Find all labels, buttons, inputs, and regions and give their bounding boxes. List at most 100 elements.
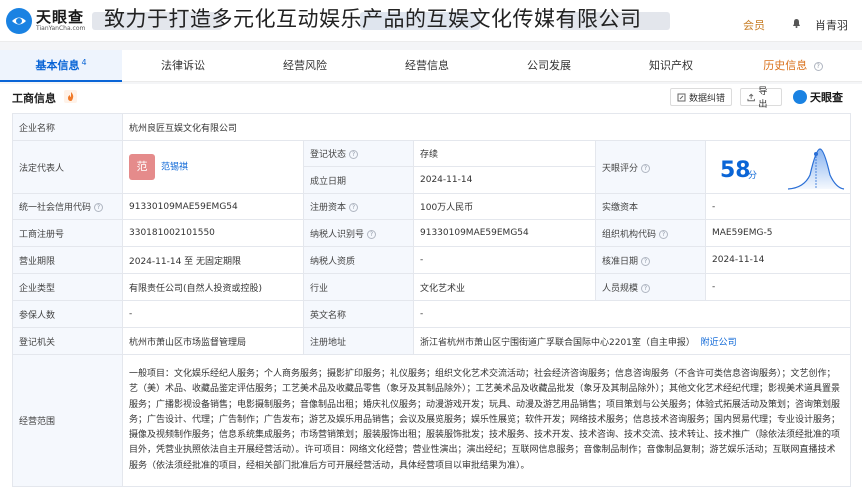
export-button[interactable]: 导出 (740, 87, 782, 110)
label-text: 天眼评分 (602, 163, 639, 174)
company-name: 杭州良匠互娱文化有限公司 (122, 113, 851, 141)
info-icon[interactable]: ? (641, 163, 651, 173)
field-label: 人员规模? (595, 273, 706, 301)
info-icon[interactable]: ? (349, 203, 359, 212)
field-label: 营业期限 (12, 246, 123, 274)
field-label: 实缴资本 (595, 193, 706, 220)
field-label: 登记状态? (303, 140, 414, 167)
info-icon[interactable]: ? (94, 203, 104, 212)
brand-name: 天眼查 (810, 91, 843, 104)
field-label: 企业类型 (12, 273, 123, 301)
avatar: 范 (129, 154, 155, 180)
tab-label: 基本信息 (35, 59, 80, 72)
info-icon[interactable]: ? (659, 229, 669, 239)
overlay-caption: 致力于打造多元化互动娱乐产品的互娱文化传媒有限公司 (104, 7, 642, 31)
legal-rep-cell: 范范锡祺 (122, 140, 304, 194)
bell-icon[interactable] (792, 18, 801, 28)
flame-icon (64, 90, 77, 103)
score-cell[interactable]: 58 分 (705, 140, 851, 194)
button-label: 数据纠错 (689, 93, 726, 104)
label-text: 组织机构代码 (602, 229, 657, 240)
tab-legal[interactable]: 法律诉讼 (122, 50, 244, 81)
tab-basic-info[interactable]: 基本信息 4 (0, 50, 122, 82)
credit-code: 91330109MAE59EMG54 (122, 193, 304, 220)
field-label: 组织机构代码? (595, 219, 706, 247)
data-correction-button[interactable]: 数据纠错 (670, 88, 732, 106)
field-label: 统一社会信用代码? (12, 193, 123, 220)
business-term: 2024-11-14 至 无固定期限 (122, 246, 304, 274)
staff-size: - (705, 273, 851, 301)
edit-icon (677, 93, 686, 101)
field-label: 纳税人识别号? (303, 219, 414, 247)
info-icon[interactable]: ? (367, 229, 377, 239)
business-info-table: 企业名称 杭州良匠互娱文化有限公司 法定代表人 范范锡祺 登记状态? 存续 天眼… (12, 113, 851, 487)
insured-count: - (122, 300, 304, 328)
field-label: 天眼评分? (595, 140, 706, 194)
field-label: 企业名称 (12, 113, 123, 141)
field-label: 注册资本? (303, 193, 414, 220)
company-type: 有限责任公司(自然人投资或控股) (122, 273, 304, 301)
score-value: 58 (720, 158, 751, 183)
label-text: 纳税人识别号 (310, 229, 365, 240)
top-header: 天眼查 TianYanCha.com 致力于打造多元化互动娱乐产品的互娱文化传媒… (0, 0, 862, 42)
label-text: 登记状态 (310, 150, 347, 160)
registered-address: 浙江省杭州市萧山区宁围街道广孚联合国际中心2201室（自主申报） (420, 337, 695, 348)
approval-date: 2024-11-14 (705, 246, 851, 274)
field-label: 法定代表人 (12, 140, 123, 194)
brand-watermark: 天眼查 (793, 88, 843, 106)
field-label: 注册地址 (303, 327, 414, 355)
tab-count: 4 (81, 58, 87, 67)
eye-logo-icon (6, 8, 32, 34)
user-name[interactable]: 肖青羽 (815, 17, 848, 33)
tab-label: 经营风险 (283, 59, 327, 72)
legal-rep-link[interactable]: 范锡祺 (161, 163, 188, 173)
tab-risk[interactable]: 经营风险 (244, 50, 366, 81)
business-scope: 一般项目：文化娱乐经纪人服务；个人商务服务；摄影扩印服务；礼仪服务；组织文化艺术… (122, 354, 851, 487)
info-icon[interactable]: ? (349, 150, 359, 159)
nearby-companies-link[interactable]: 附近公司 (701, 338, 737, 348)
org-code: MAE59EMG-5 (705, 219, 851, 247)
logo-name: 天眼查 (36, 8, 85, 26)
field-label: 成立日期 (303, 166, 414, 194)
logo-domain: TianYanCha.com (36, 25, 86, 32)
paid-capital: - (705, 193, 851, 220)
info-icon: ? (813, 61, 823, 71)
tab-label: 历史信息 (763, 59, 808, 72)
tab-development[interactable]: 公司发展 (488, 50, 610, 81)
field-label: 行业 (303, 273, 414, 301)
taxpayer-qualification: - (413, 246, 596, 274)
field-label: 纳税人资质 (303, 246, 414, 274)
tab-history[interactable]: 历史信息 ? (732, 50, 854, 81)
tab-operation[interactable]: 经营信息 (366, 50, 488, 81)
tab-label: 知识产权 (649, 59, 693, 72)
field-label: 登记机关 (12, 327, 123, 355)
button-label: 导出 (758, 87, 768, 110)
reg-status: 存续 (413, 140, 596, 167)
field-label: 参保人数 (12, 300, 123, 328)
tab-label: 公司发展 (527, 59, 571, 72)
label-text: 核准日期 (602, 256, 639, 267)
industry: 文化艺术业 (413, 273, 596, 301)
score-unit: 分 (748, 171, 758, 181)
business-info-section: 工商信息 数据纠错 导出 天眼查 企业名称 杭州良匠互娱文化有限公司 法定代表人… (0, 84, 862, 500)
tab-bar: 基本信息 4 法律诉讼 经营风险 经营信息 公司发展 知识产权 历史信息 ? (0, 50, 862, 82)
field-label: 英文名称 (303, 300, 414, 328)
label-text: 人员规模 (602, 283, 639, 294)
english-name: - (413, 300, 851, 328)
reg-no: 330181002101550 (122, 219, 304, 247)
taxpayer-id: 91330109MAE59EMG54 (413, 219, 596, 247)
field-label: 经营范围 (12, 354, 123, 487)
info-icon[interactable]: ? (641, 283, 651, 293)
info-icon[interactable]: ? (641, 256, 651, 266)
registration-authority: 杭州市萧山区市场监督管理局 (122, 327, 304, 355)
site-logo[interactable]: 天眼查 TianYanCha.com (6, 8, 85, 34)
tab-ip[interactable]: 知识产权 (610, 50, 732, 81)
label-text: 注册资本 (310, 203, 347, 213)
field-label: 工商注册号 (12, 219, 123, 247)
vip-link[interactable]: 会员 (743, 17, 765, 33)
section-title: 工商信息 (12, 92, 56, 105)
eye-logo-icon (793, 90, 807, 104)
established-date: 2024-11-14 (413, 166, 596, 194)
tab-label: 经营信息 (405, 59, 449, 72)
tab-label: 法律诉讼 (161, 59, 205, 72)
